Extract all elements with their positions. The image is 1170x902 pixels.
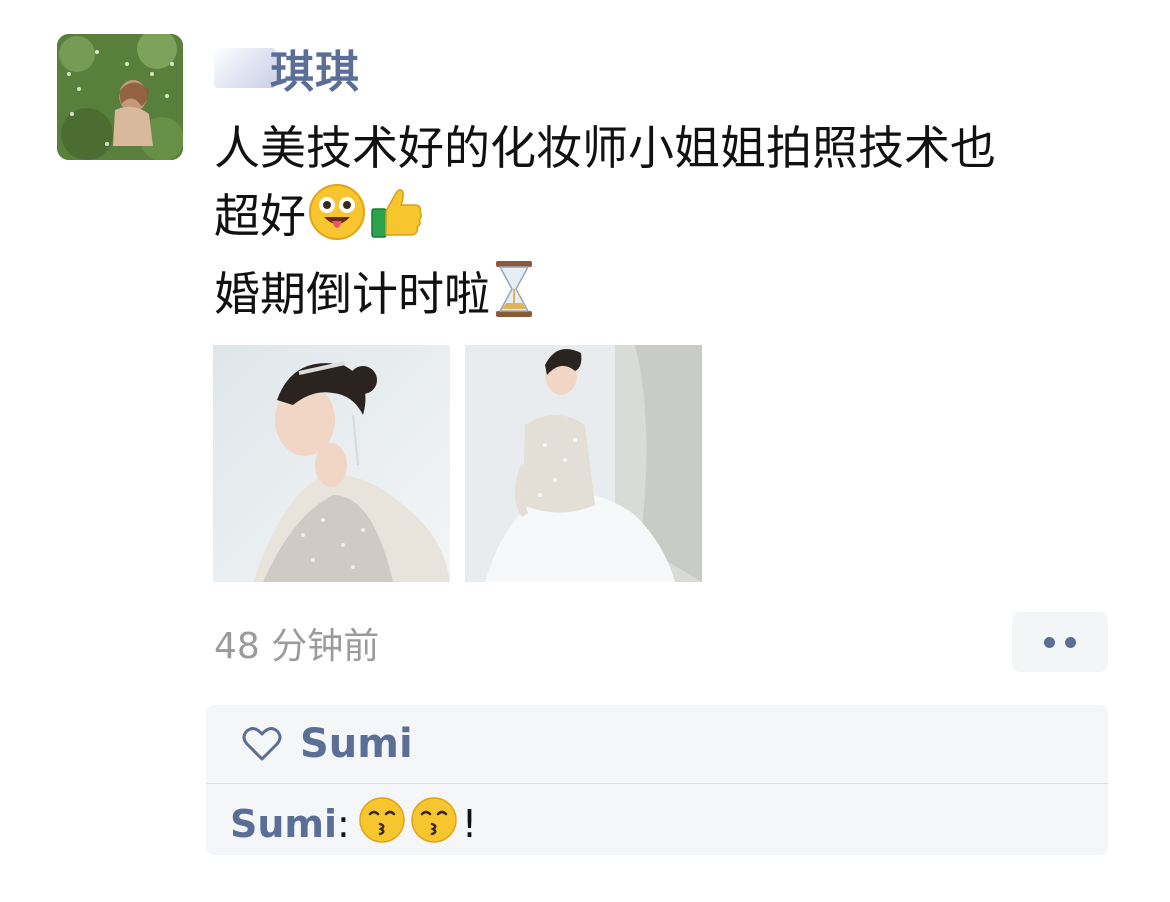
moments-post: 琪琪 人美技术好的化妆师小姐姐拍照技术也 超好 婚期倒计时啦 48 分钟前 Su… <box>0 0 1170 902</box>
comment-row[interactable]: Sumi : ! <box>230 793 477 855</box>
author-name-row[interactable]: 琪琪 <box>214 38 360 98</box>
post-timestamp: 48 分钟前 <box>214 626 380 667</box>
post-text: 人美技术好的化妆师小姐姐拍照技术也 超好 婚期倒计时啦 <box>214 114 1114 337</box>
kissing-face-icon <box>410 796 458 853</box>
photo-thumbnail[interactable] <box>213 345 450 582</box>
interaction-panel: Sumi Sumi : ! <box>206 705 1108 855</box>
name-blur-overlay <box>214 48 276 88</box>
likes-row: Sumi <box>206 705 1108 783</box>
comment-text: ! <box>461 802 478 846</box>
photo-thumbnail[interactable] <box>465 345 702 582</box>
thumbs-up-icon <box>368 183 426 259</box>
photo-grid <box>213 345 702 582</box>
post-text-line-3: 婚期倒计时啦 <box>214 267 490 321</box>
kissing-face-icon <box>358 796 406 853</box>
comment-author[interactable]: Sumi <box>230 802 337 846</box>
post-text-line-2: 超好 <box>214 189 306 243</box>
more-dot-icon <box>1065 636 1076 648</box>
hourglass-icon <box>492 259 536 337</box>
panel-divider <box>206 783 1108 784</box>
author-name[interactable]: 琪琪 <box>270 36 360 100</box>
grinning-tongue-face-icon <box>308 183 366 259</box>
more-actions-button[interactable] <box>1012 612 1108 672</box>
comment-separator: : <box>337 802 350 846</box>
more-dot-icon <box>1044 636 1055 648</box>
heart-icon <box>242 726 282 762</box>
liker-name[interactable]: Sumi <box>300 721 413 767</box>
post-text-line-2-row: 超好 <box>214 182 1114 259</box>
post-text-line-3-row: 婚期倒计时啦 <box>214 259 1114 337</box>
avatar[interactable] <box>57 34 183 160</box>
post-text-line-1: 人美技术好的化妆师小姐姐拍照技术也 <box>214 121 996 175</box>
